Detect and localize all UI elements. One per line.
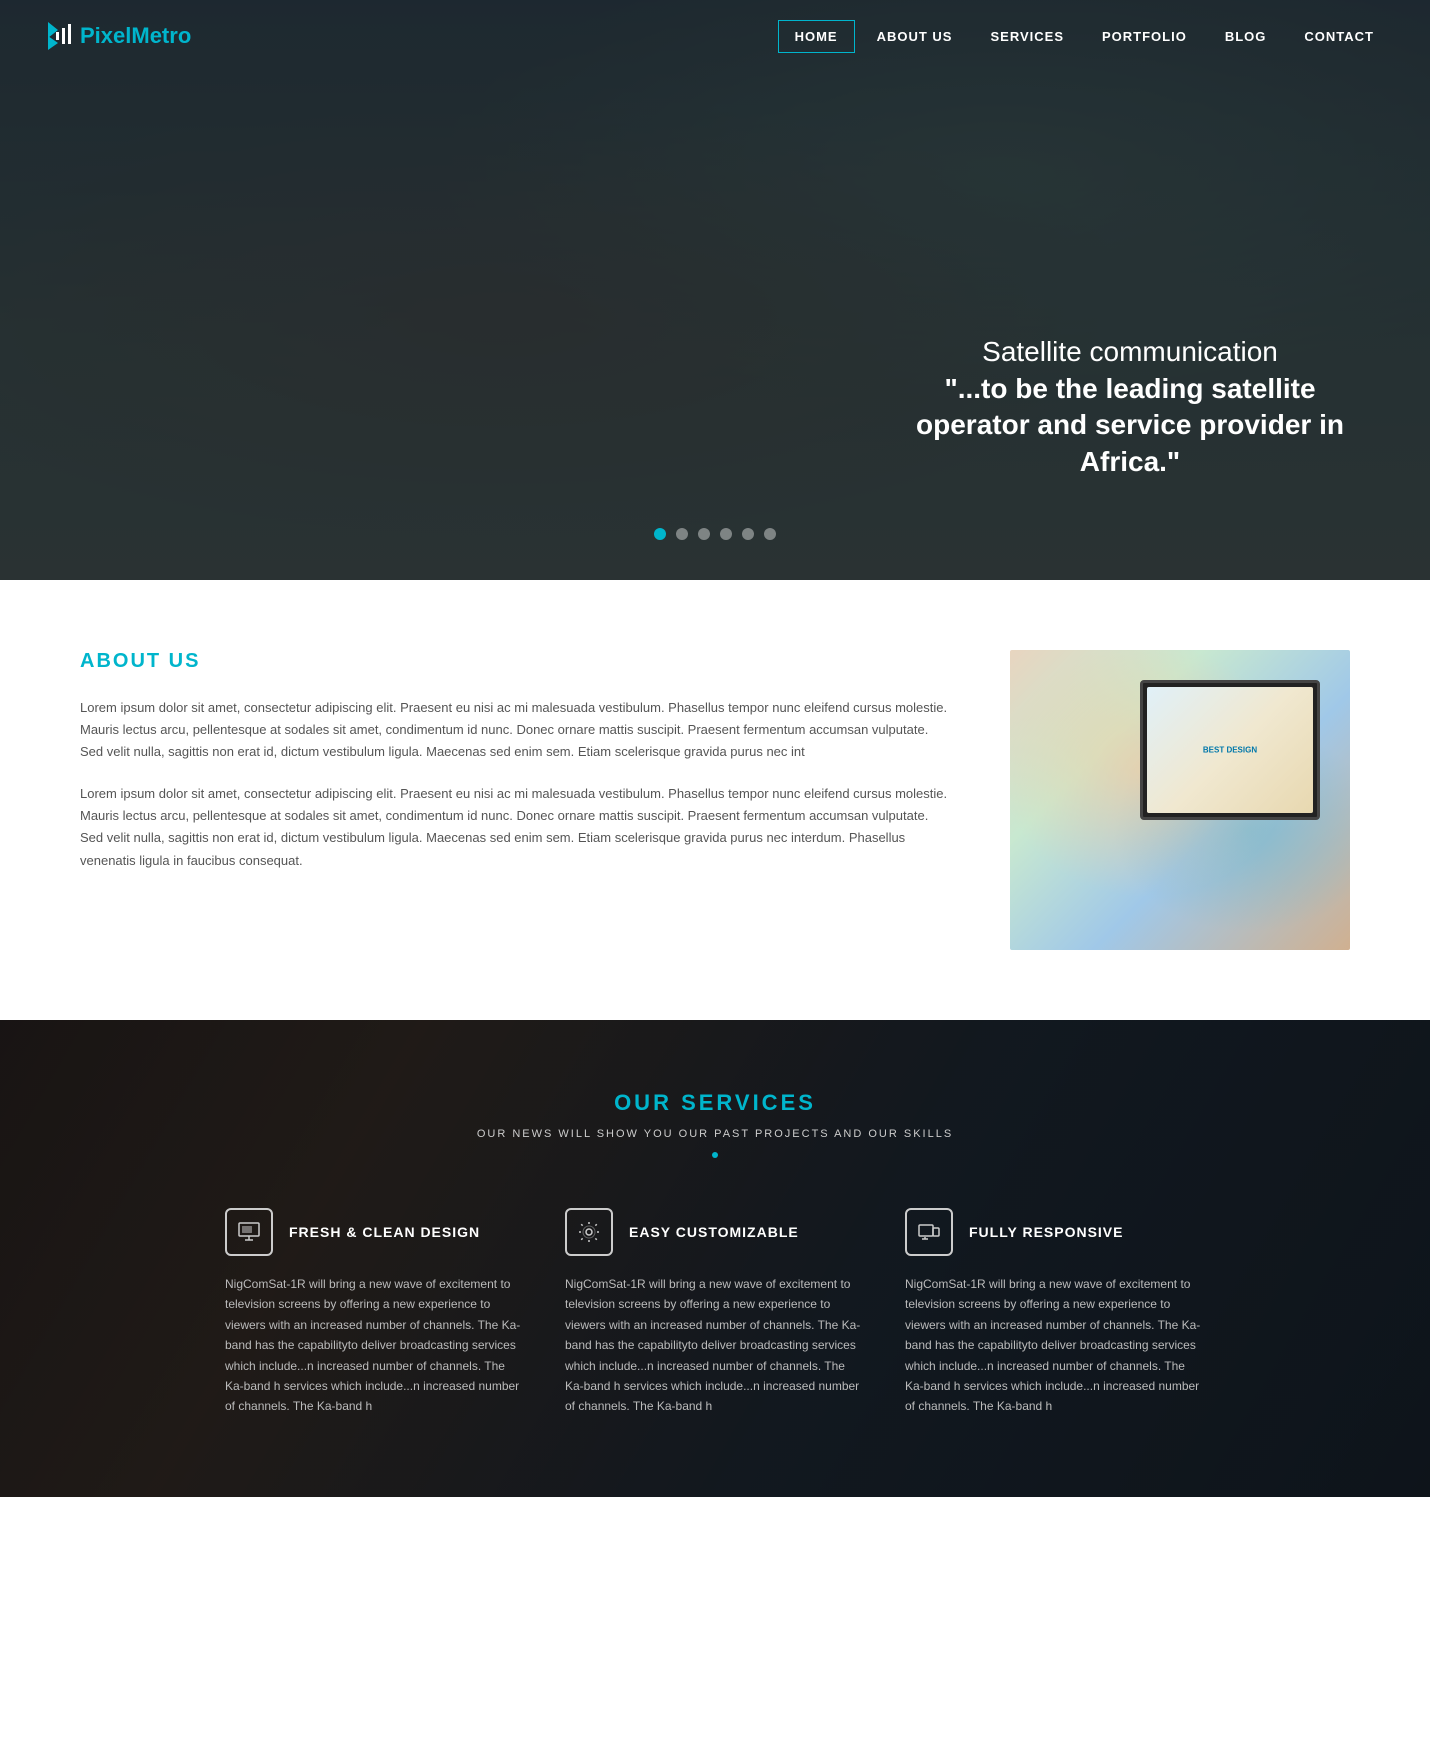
- hero-text-block: Satellite communication "...to be the le…: [890, 332, 1370, 480]
- services-title: OUR SERVICES: [60, 1090, 1370, 1116]
- about-paragraph-1: Lorem ipsum dolor sit amet, consectetur …: [80, 697, 950, 763]
- service-item-1: FRESH & CLEAN DESIGN NigComSat-1R will b…: [225, 1208, 525, 1417]
- service-text-2: NigComSat-1R will bring a new wave of ex…: [565, 1274, 865, 1417]
- main-nav: HOME ABOUT US SERVICES PORTFOLIO BLOG CO…: [778, 20, 1390, 53]
- monitor-graphic: [1140, 680, 1320, 820]
- service-icon-1: [225, 1208, 273, 1256]
- service-icon-3: [905, 1208, 953, 1256]
- service-text-3: NigComSat-1R will bring a new wave of ex…: [905, 1274, 1205, 1417]
- hero-dot-2[interactable]: [676, 528, 688, 540]
- hero-subtitle-line3: operator and service provider in Africa.…: [890, 407, 1370, 480]
- hero-dot-6[interactable]: [764, 528, 776, 540]
- nav-blog[interactable]: BLOG: [1209, 21, 1283, 52]
- service-item-3: FULLY RESPONSIVE NigComSat-1R will bring…: [905, 1208, 1205, 1417]
- hero-content: Satellite communication "...to be the le…: [0, 0, 1430, 580]
- hero-title-line1: Satellite communication: [890, 332, 1370, 371]
- hero-subtitle-line2: "...to be the leading satellite: [890, 371, 1370, 407]
- service-name-1: FRESH & CLEAN DESIGN: [289, 1224, 480, 1240]
- service-header-3: FULLY RESPONSIVE: [905, 1208, 1205, 1256]
- logo-text: PixelMetro: [80, 23, 191, 49]
- hero-dot-4[interactable]: [720, 528, 732, 540]
- services-subtitle: OUR NEWS WILL SHOW YOU OUR PAST PROJECTS…: [60, 1128, 1370, 1140]
- service-name-3: FULLY RESPONSIVE: [969, 1224, 1123, 1240]
- service-item-2: EASY CUSTOMIZABLE NigComSat-1R will brin…: [565, 1208, 865, 1417]
- service-icon-2: [565, 1208, 613, 1256]
- about-image: [1010, 650, 1350, 950]
- nav-services[interactable]: SERVICES: [974, 21, 1080, 52]
- services-section: OUR SERVICES OUR NEWS WILL SHOW YOU OUR …: [0, 1020, 1430, 1497]
- about-paragraph-2: Lorem ipsum dolor sit amet, consectetur …: [80, 783, 950, 871]
- service-header-1: FRESH & CLEAN DESIGN: [225, 1208, 525, 1256]
- nav-about[interactable]: ABOUT US: [861, 21, 969, 52]
- responsive-icon: [917, 1220, 941, 1244]
- logo[interactable]: PixelMetro: [40, 18, 191, 54]
- service-text-1: NigComSat-1R will bring a new wave of ex…: [225, 1274, 525, 1417]
- about-text: ABOUT US Lorem ipsum dolor sit amet, con…: [80, 650, 950, 892]
- hero-dot-3[interactable]: [698, 528, 710, 540]
- gear-icon: [577, 1220, 601, 1244]
- service-name-2: EASY CUSTOMIZABLE: [629, 1224, 799, 1240]
- hero-section: Satellite communication "...to be the le…: [0, 0, 1430, 580]
- nav-portfolio[interactable]: PORTFOLIO: [1086, 21, 1203, 52]
- hero-dot-5[interactable]: [742, 528, 754, 540]
- about-title: ABOUT US: [80, 650, 950, 673]
- about-section: ABOUT US Lorem ipsum dolor sit amet, con…: [0, 580, 1430, 1020]
- services-dot-divider: [712, 1152, 718, 1158]
- hero-dot-1[interactable]: [654, 528, 666, 540]
- nav-home[interactable]: HOME: [778, 20, 855, 53]
- nav-contact[interactable]: CONTACT: [1288, 21, 1390, 52]
- hero-dots: [654, 528, 776, 540]
- monitor-screen: [1147, 687, 1313, 813]
- services-inner: OUR SERVICES OUR NEWS WILL SHOW YOU OUR …: [60, 1090, 1370, 1417]
- logo-icon: [40, 18, 76, 54]
- monitor-icon: [237, 1220, 261, 1244]
- services-grid: FRESH & CLEAN DESIGN NigComSat-1R will b…: [60, 1208, 1370, 1417]
- service-header-2: EASY CUSTOMIZABLE: [565, 1208, 865, 1256]
- about-photo: [1010, 650, 1350, 950]
